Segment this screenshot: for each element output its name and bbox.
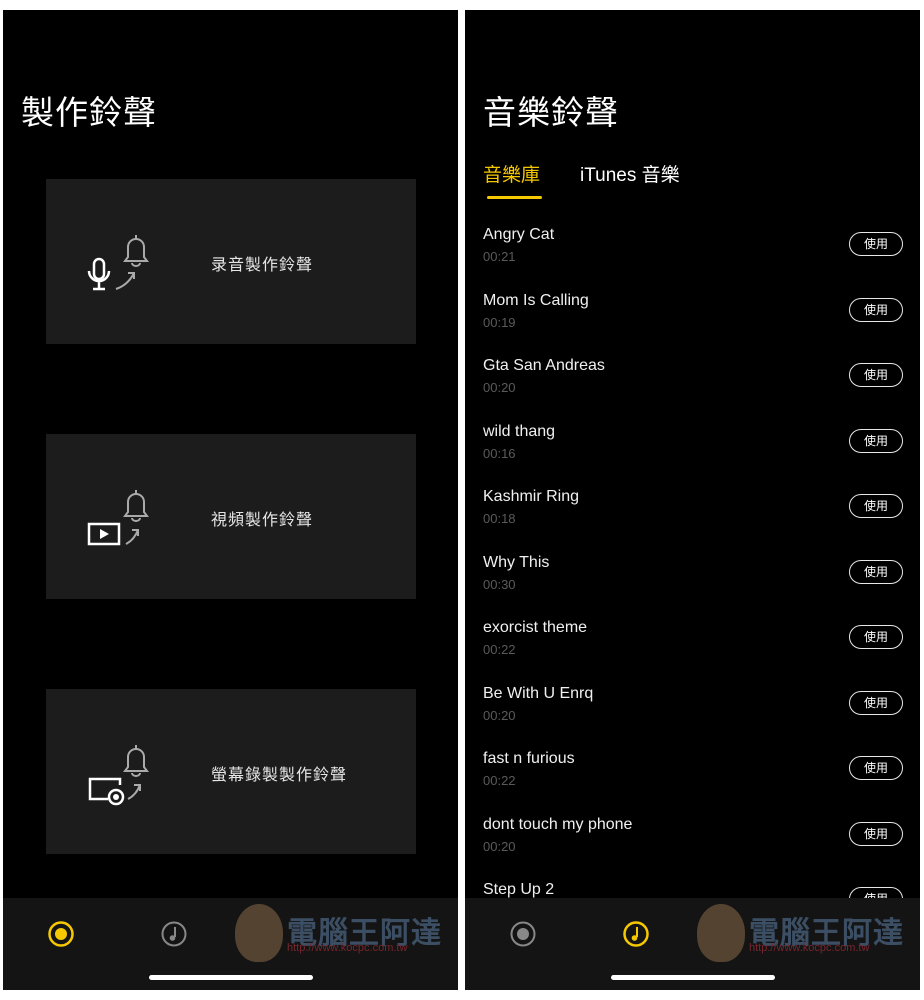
song-row[interactable]: Mom Is Calling 00:19 使用 bbox=[483, 292, 903, 342]
song-row[interactable]: Why This 00:30 使用 bbox=[483, 554, 903, 604]
make-ringtone-screen: 製作鈴聲 录音製作鈴聲 視頻製作鈴聲 螢幕錄製製作鈴聲 電腦王阿達 http:/… bbox=[3, 10, 458, 990]
use-button[interactable]: 使用 bbox=[849, 232, 903, 256]
card-label: 录音製作鈴聲 bbox=[211, 257, 314, 274]
song-name: Gta San Andreas bbox=[483, 357, 605, 374]
video-ringtone-card[interactable]: 視頻製作鈴聲 bbox=[46, 434, 416, 599]
song-name: dont touch my phone bbox=[483, 815, 633, 833]
use-button[interactable]: 使用 bbox=[849, 297, 903, 322]
song-name: Mom Is Calling bbox=[483, 291, 589, 309]
music-note-icon[interactable] bbox=[160, 920, 188, 948]
use-button[interactable]: 使用 bbox=[849, 821, 903, 846]
song-row[interactable]: Be With U Enrq 00:20 使用 bbox=[483, 685, 903, 735]
song-name: Step Up 2 bbox=[483, 881, 555, 898]
song-duration: 00:21 bbox=[483, 249, 516, 264]
tab-bar: 電腦王阿達 http://www.kocpc.com.tw bbox=[465, 898, 920, 990]
song-row[interactable]: dont touch my phone 00:20 使用 bbox=[483, 816, 903, 866]
music-ringtone-screen: 音樂鈴聲 音樂庫 iTunes 音樂 Angry Cat 00:21 使用 Mom I… bbox=[465, 10, 920, 990]
card-label: 視頻製作鈴聲 bbox=[211, 512, 314, 529]
song-duration: 00:19 bbox=[483, 314, 516, 330]
record-ringtone-card[interactable]: 录音製作鈴聲 bbox=[46, 179, 416, 344]
tab-itunes-music[interactable]: iTunes 音樂 bbox=[580, 160, 680, 187]
use-button[interactable]: 使用 bbox=[849, 428, 903, 453]
use-button[interactable]: 使用 bbox=[849, 494, 903, 518]
use-button[interactable]: 使用 bbox=[849, 559, 903, 584]
music-note-icon[interactable] bbox=[622, 920, 650, 948]
record-icon[interactable] bbox=[509, 920, 537, 948]
song-name: Be With U Enrq bbox=[483, 684, 594, 702]
song-duration: 00:22 bbox=[483, 773, 516, 788]
song-duration: 00:20 bbox=[483, 707, 516, 723]
song-duration: 00:16 bbox=[483, 445, 516, 461]
song-name: wild thang bbox=[483, 422, 556, 440]
record-icon[interactable] bbox=[47, 920, 75, 948]
home-indicator bbox=[149, 975, 313, 980]
song-row[interactable]: fast n furious 00:22 使用 bbox=[483, 750, 903, 800]
song-name: Kashmir Ring bbox=[483, 488, 580, 505]
use-button[interactable]: 使用 bbox=[849, 363, 903, 387]
song-duration: 00:20 bbox=[483, 838, 516, 854]
tab-music-library[interactable]: 音樂庫 bbox=[483, 160, 540, 187]
song-row[interactable]: Kashmir Ring 00:18 使用 bbox=[483, 488, 903, 538]
video-to-bell-icon bbox=[87, 490, 149, 546]
screen-record-to-bell-icon bbox=[88, 745, 149, 806]
tab-bar: 電腦王阿達 http://www.kocpc.com.tw bbox=[3, 898, 458, 990]
song-duration: 00:20 bbox=[483, 380, 516, 395]
page-title: 製作鈴聲 bbox=[21, 94, 157, 131]
use-button[interactable]: 使用 bbox=[849, 625, 903, 649]
song-row[interactable]: Angry Cat 00:21 使用 bbox=[483, 226, 903, 276]
song-row[interactable]: Gta San Andreas 00:20 使用 bbox=[483, 357, 903, 407]
song-name: fast n furious bbox=[483, 750, 575, 767]
screen-record-ringtone-card[interactable]: 螢幕錄製製作鈴聲 bbox=[46, 689, 416, 854]
home-indicator bbox=[611, 975, 775, 980]
song-duration: 00:18 bbox=[483, 511, 516, 526]
song-name: exorcist theme bbox=[483, 619, 588, 636]
song-row[interactable]: wild thang 00:16 使用 bbox=[483, 423, 903, 473]
mic-to-bell-icon bbox=[87, 235, 149, 291]
card-label: 螢幕錄製製作鈴聲 bbox=[211, 767, 348, 784]
song-row[interactable]: exorcist theme 00:22 使用 bbox=[483, 619, 903, 669]
active-tab-indicator bbox=[487, 196, 542, 199]
song-duration: 00:30 bbox=[483, 576, 516, 592]
song-name: Angry Cat bbox=[483, 226, 555, 243]
song-name: Why This bbox=[483, 553, 550, 571]
page-title: 音樂鈴聲 bbox=[483, 94, 619, 131]
use-button[interactable]: 使用 bbox=[849, 690, 903, 715]
song-duration: 00:22 bbox=[483, 642, 516, 657]
use-button[interactable]: 使用 bbox=[849, 756, 903, 780]
